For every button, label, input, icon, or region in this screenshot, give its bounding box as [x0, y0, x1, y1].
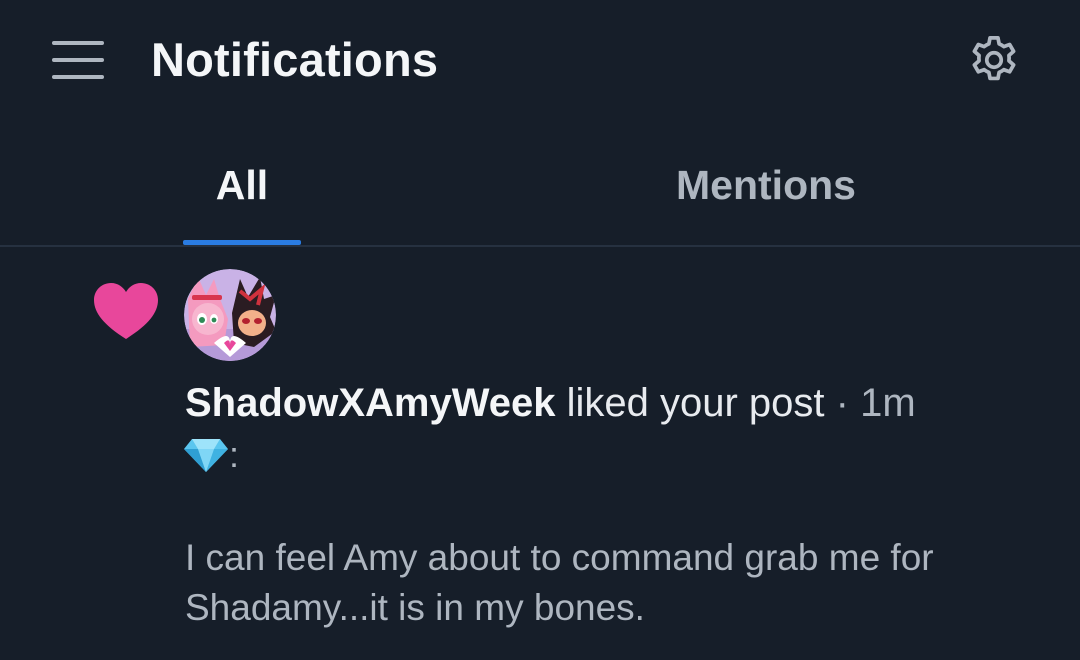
tab-mentions[interactable]: Mentions [640, 125, 892, 245]
avatar[interactable] [184, 269, 276, 361]
notification-action: liked your post [566, 381, 825, 425]
menu-button[interactable] [42, 30, 114, 90]
username-link[interactable]: ShadowXAmyWeek [185, 381, 556, 425]
timestamp: 1m [860, 381, 916, 425]
gem-icon [184, 439, 228, 472]
heart-icon [94, 283, 158, 339]
notification-text: ShadowXAmyWeek liked your post · 1m [185, 375, 916, 431]
notification-item[interactable]: ShadowXAmyWeek liked your post · 1m : I … [0, 247, 1080, 660]
selected-tab-indicator [183, 240, 301, 245]
gear-icon [972, 35, 1016, 81]
tab-bar: All Mentions [0, 125, 1080, 247]
top-app-bar: Notifications [0, 0, 1080, 120]
settings-button[interactable] [958, 25, 1030, 95]
avatar-image [184, 269, 276, 361]
post-title-suffix: : [229, 434, 240, 475]
post-preview: I can feel Amy about to command grab me … [185, 537, 934, 628]
hamburger-menu-icon [52, 41, 104, 79]
separator-dot: · [835, 381, 849, 425]
tab-all[interactable]: All [183, 125, 301, 245]
page-title: Notifications [151, 33, 439, 86]
notifications-screen: Notifications All Mentions ShadowXAmyWee… [0, 0, 1080, 660]
